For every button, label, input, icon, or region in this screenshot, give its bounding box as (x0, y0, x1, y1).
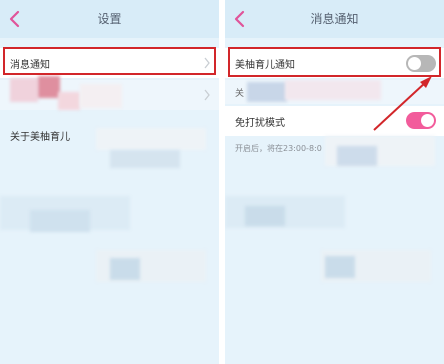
notification-screen: 消息通知 美柚育儿通知 关 免打扰模式 开启后，将在23:00-8:0 (225, 0, 444, 364)
about-label: 关于美柚育儿 (10, 132, 70, 143)
chevron-right-icon (204, 89, 210, 101)
obscured-label-fragment: 关 (235, 89, 245, 99)
page-title: 设置 (97, 12, 122, 26)
mosaic-blur (285, 80, 381, 100)
do-not-disturb-label: 免打扰模式 (235, 118, 285, 129)
mosaic-blur (58, 92, 80, 110)
mosaic-blur (247, 82, 287, 102)
settings-screen: 设置 消息通知 关于美柚育儿 (0, 0, 219, 364)
mosaic-blur (110, 258, 140, 280)
mosaic-blur (225, 196, 345, 228)
page-title: 消息通知 (310, 12, 359, 26)
mosaic-blur (110, 150, 180, 168)
mosaic-blur (325, 256, 355, 278)
annotation-arrow (373, 76, 432, 131)
notification-navbar: 消息通知 (225, 0, 444, 38)
mosaic-blur (96, 128, 206, 150)
mosaic-blur (38, 76, 60, 98)
mosaic-blur (80, 84, 122, 108)
mosaic-blur (30, 210, 90, 232)
do-not-disturb-hint: 开启后，将在23:00-8:0 (235, 144, 322, 153)
highlight-box (3, 47, 216, 75)
settings-navbar: 设置 (0, 0, 219, 38)
mosaic-blur (337, 146, 377, 166)
mosaic-blur (10, 78, 38, 102)
mosaic-blur (245, 206, 285, 226)
